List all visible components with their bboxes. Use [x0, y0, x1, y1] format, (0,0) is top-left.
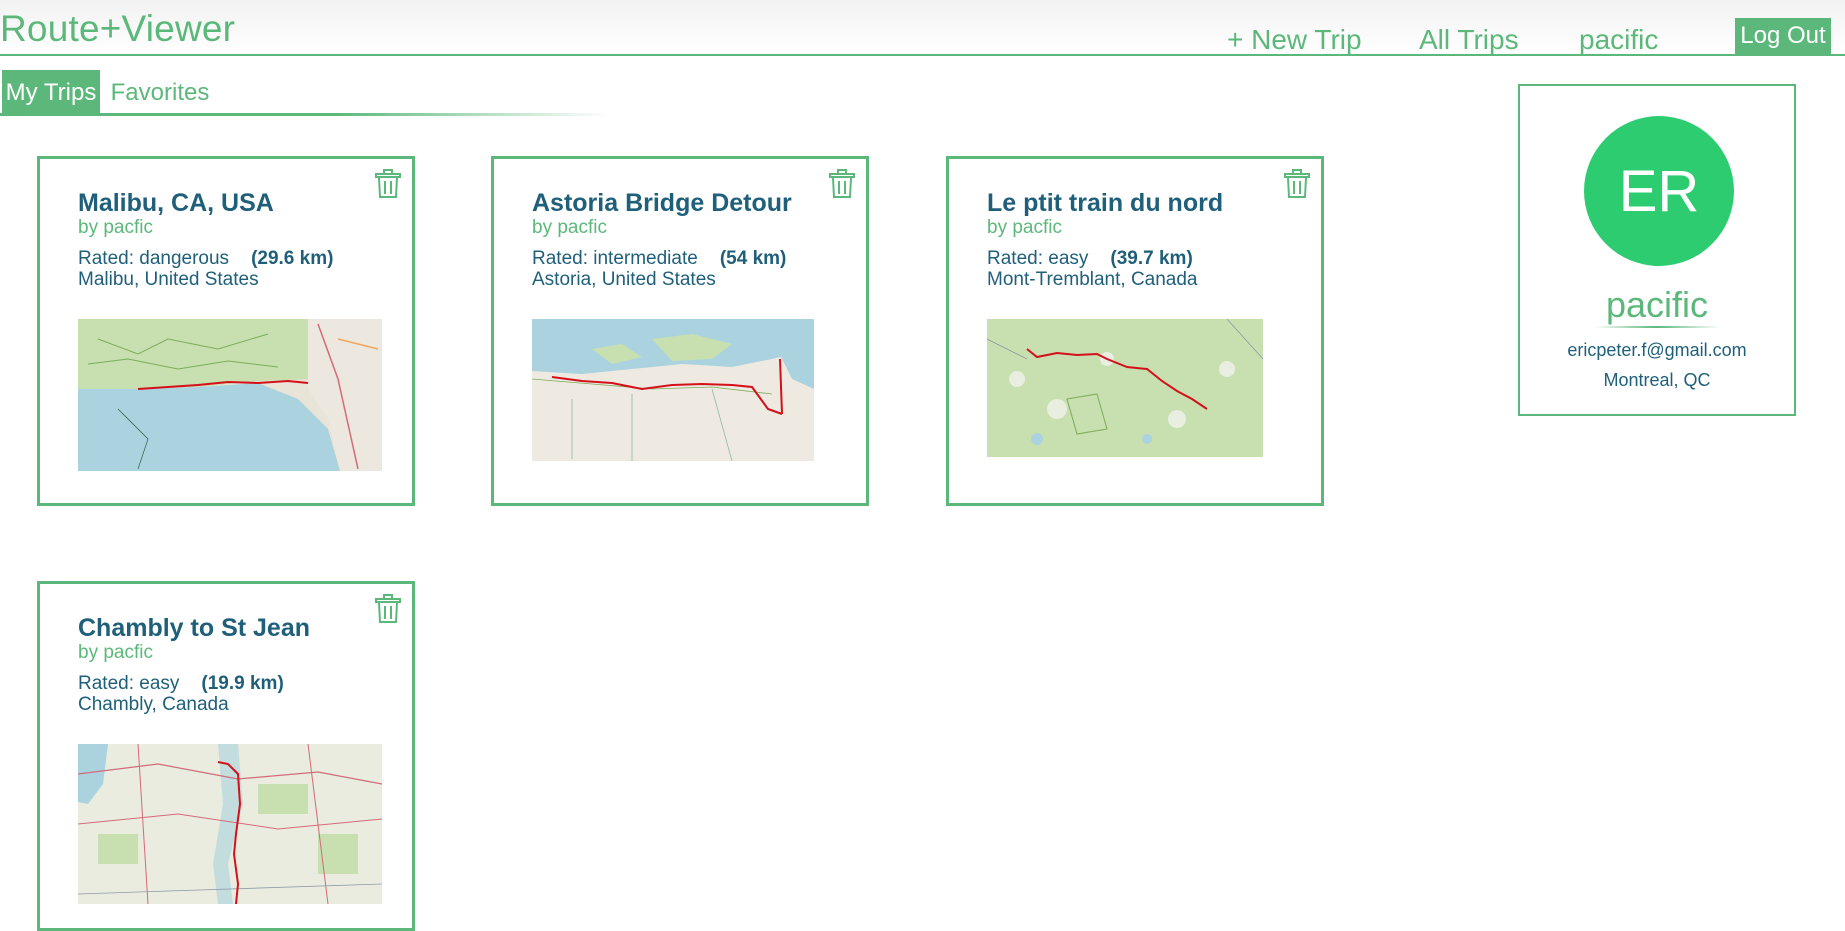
trip-distance: (39.7 km)	[1110, 248, 1193, 269]
trip-title[interactable]: Astoria Bridge Detour	[532, 189, 792, 218]
trip-title[interactable]: Malibu, CA, USA	[78, 189, 274, 218]
trip-card[interactable]: Malibu, CA, USA by pacfic Rated: dangero…	[37, 156, 415, 506]
trip-author: by pacfic	[78, 642, 153, 663]
trip-card[interactable]: Astoria Bridge Detour by pacfic Rated: i…	[491, 156, 869, 506]
trip-card[interactable]: Le ptit train du nord by pacfic Rated: e…	[946, 156, 1324, 506]
trip-rating: Rated: easy	[987, 248, 1089, 269]
river-route-map-icon[interactable]	[532, 319, 814, 461]
profile-city: Montreal, QC	[1603, 370, 1711, 390]
top-nav-bar: Route+Viewer + New Trip All Trips pacifi…	[0, 0, 1845, 56]
trip-location: Chambly, Canada	[78, 694, 229, 715]
trip-distance: (54 km)	[719, 248, 787, 269]
profile-card: ER pacific ericpeter.f@gmail.com Montrea…	[1518, 84, 1796, 416]
profile-email: ericpeter.f@gmail.com	[1567, 340, 1747, 360]
coastal-route-map-icon[interactable]	[78, 319, 382, 471]
trash-icon[interactable]	[1283, 169, 1311, 199]
brand-logo[interactable]: Route+Viewer	[0, 8, 235, 50]
new-trip-link[interactable]: + New Trip	[1227, 24, 1362, 56]
tab-my-trips[interactable]: My Trips	[2, 70, 100, 116]
trip-distance: (29.6 km)	[251, 248, 334, 269]
trip-location: Astoria, United States	[532, 269, 716, 290]
town-route-map-icon[interactable]	[78, 744, 382, 904]
trip-rating: Rated: intermediate	[532, 248, 698, 269]
trip-title[interactable]: Le ptit train du nord	[987, 189, 1223, 218]
profile-username[interactable]: pacific	[1520, 284, 1794, 326]
tabs-underline	[0, 113, 610, 116]
trash-icon[interactable]	[828, 169, 856, 199]
trash-icon[interactable]	[374, 594, 402, 624]
trip-rating-row: Rated: intermediate (54 km)	[532, 248, 786, 270]
tab-favorites[interactable]: Favorites	[110, 70, 210, 116]
trip-location: Malibu, United States	[78, 269, 259, 290]
trip-rating-row: Rated: dangerous (29.6 km)	[78, 248, 333, 270]
all-trips-link[interactable]: All Trips	[1419, 24, 1519, 56]
trip-title[interactable]: Chambly to St Jean	[78, 614, 310, 643]
trash-icon[interactable]	[374, 169, 402, 199]
trip-author: by pacfic	[532, 217, 607, 238]
username-underline	[1594, 326, 1720, 328]
user-profile-link[interactable]: pacific	[1579, 24, 1658, 56]
trip-location: Mont-Tremblant, Canada	[987, 269, 1198, 290]
avatar[interactable]: ER	[1584, 116, 1734, 266]
trip-card[interactable]: Chambly to St Jean by pacfic Rated: easy…	[37, 581, 415, 931]
logout-button[interactable]: Log Out	[1735, 18, 1831, 54]
trip-author: by pacfic	[78, 217, 153, 238]
trip-rating-row: Rated: easy (39.7 km)	[987, 248, 1193, 270]
trip-distance: (19.9 km)	[201, 673, 284, 694]
trip-rating: Rated: easy	[78, 673, 180, 694]
trip-tabs: My Trips Favorites	[0, 70, 610, 116]
forest-route-map-icon[interactable]	[987, 319, 1263, 457]
trip-author: by pacfic	[987, 217, 1062, 238]
trip-rating-row: Rated: easy (19.9 km)	[78, 673, 284, 695]
trip-rating: Rated: dangerous	[78, 248, 230, 269]
